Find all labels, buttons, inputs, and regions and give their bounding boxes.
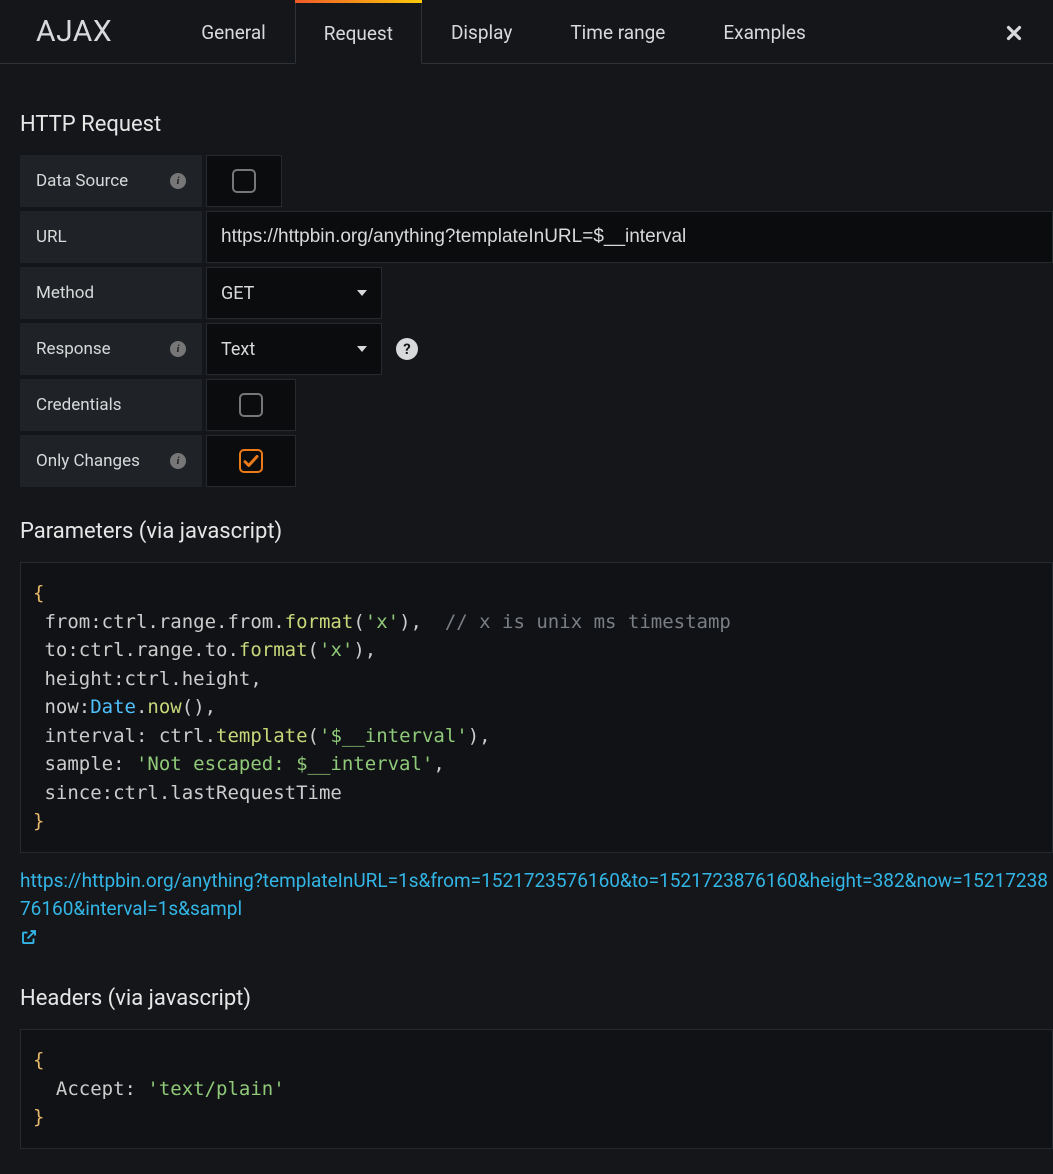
tab-label: Display bbox=[451, 21, 512, 44]
checkbox-only-changes[interactable] bbox=[206, 435, 296, 487]
caret-down-icon bbox=[357, 290, 367, 296]
checkbox-data-source[interactable] bbox=[206, 155, 282, 207]
info-icon[interactable]: i bbox=[170, 341, 186, 357]
tab-time-range[interactable]: Time range bbox=[541, 0, 694, 63]
checkbox-icon bbox=[239, 393, 263, 417]
label-data-source: Data Source i bbox=[20, 155, 202, 207]
checkbox-credentials[interactable] bbox=[206, 379, 296, 431]
tab-label: Time range bbox=[570, 21, 665, 44]
select-response[interactable]: Text bbox=[206, 323, 382, 375]
url-input[interactable] bbox=[206, 211, 1053, 263]
label-credentials: Credentials bbox=[20, 379, 202, 431]
label-text: Method bbox=[36, 283, 94, 303]
tab-list: General Request Display Time range Examp… bbox=[172, 0, 835, 63]
tab-label: Examples bbox=[723, 21, 805, 44]
row-credentials: Credentials bbox=[20, 379, 1053, 431]
section-title-parameters: Parameters (via javascript) bbox=[20, 519, 1053, 544]
checkbox-checked-icon bbox=[239, 449, 263, 473]
result-url-text: https://httpbin.org/anything?templateInU… bbox=[20, 869, 1048, 921]
tab-display[interactable]: Display bbox=[422, 0, 541, 63]
checkbox-icon bbox=[232, 169, 256, 193]
result-url-link[interactable]: https://httpbin.org/anything?templateInU… bbox=[20, 867, 1053, 955]
parameters-code-editor[interactable]: { from:ctrl.range.from.format('x'), // x… bbox=[20, 562, 1053, 853]
info-icon[interactable]: i bbox=[170, 453, 186, 469]
close-icon[interactable] bbox=[1003, 22, 1025, 50]
tab-label: General bbox=[201, 21, 266, 44]
label-text: Only Changes bbox=[36, 451, 140, 471]
header-bar: AJAX General Request Display Time range … bbox=[0, 0, 1053, 64]
external-link-icon bbox=[20, 928, 38, 946]
label-only-changes: Only Changes i bbox=[20, 435, 202, 487]
tab-general[interactable]: General bbox=[172, 0, 295, 63]
tab-label: Request bbox=[324, 22, 393, 45]
label-method: Method bbox=[20, 267, 202, 319]
label-text: Credentials bbox=[36, 395, 122, 415]
row-data-source: Data Source i bbox=[20, 155, 1053, 207]
row-url: URL bbox=[20, 211, 1053, 263]
row-only-changes: Only Changes i bbox=[20, 435, 1053, 487]
info-icon[interactable]: i bbox=[170, 173, 186, 189]
tab-request[interactable]: Request bbox=[295, 0, 422, 64]
label-text: Data Source bbox=[36, 171, 128, 191]
content-area: HTTP Request Data Source i URL Method GE… bbox=[0, 64, 1053, 1149]
row-method: Method GET bbox=[20, 267, 1053, 319]
panel-title: AJAX bbox=[36, 14, 112, 49]
section-title-http: HTTP Request bbox=[20, 112, 1053, 137]
select-method[interactable]: GET bbox=[206, 267, 382, 319]
row-response: Response i Text ? bbox=[20, 323, 1053, 375]
label-text: URL bbox=[36, 227, 67, 247]
label-response: Response i bbox=[20, 323, 202, 375]
select-value: Text bbox=[221, 339, 255, 360]
select-value: GET bbox=[221, 283, 254, 304]
caret-down-icon bbox=[357, 346, 367, 352]
section-title-headers: Headers (via javascript) bbox=[20, 986, 1053, 1011]
help-icon[interactable]: ? bbox=[396, 338, 418, 360]
label-url: URL bbox=[20, 211, 202, 263]
tab-examples[interactable]: Examples bbox=[694, 0, 834, 63]
label-text: Response bbox=[36, 339, 111, 359]
headers-code-editor[interactable]: { Accept: 'text/plain' } bbox=[20, 1029, 1053, 1149]
